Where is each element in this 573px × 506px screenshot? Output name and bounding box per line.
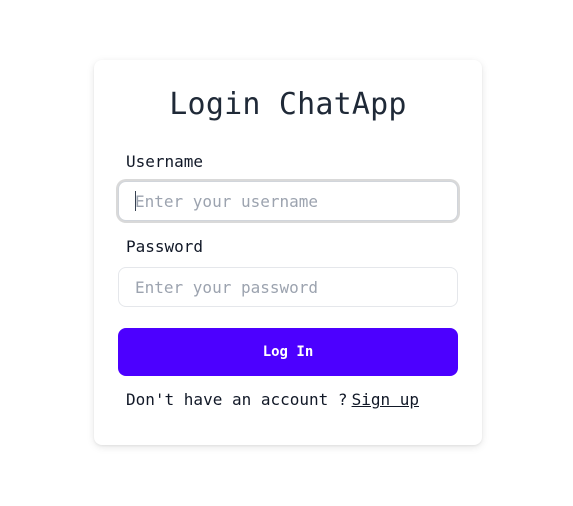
signup-link[interactable]: Sign up — [352, 390, 419, 409]
username-input[interactable] — [118, 181, 458, 221]
text-caret — [135, 191, 136, 211]
signup-prompt: Don't have an account ? Sign up — [126, 390, 419, 409]
login-card: Login ChatApp Username Password Log In D… — [94, 60, 482, 445]
no-account-text: Don't have an account ? — [126, 390, 348, 409]
password-input[interactable] — [118, 267, 458, 307]
password-label: Password — [126, 237, 204, 256]
page-title: Login ChatApp — [169, 87, 407, 122]
login-button[interactable]: Log In — [118, 328, 458, 376]
username-label: Username — [126, 152, 204, 171]
